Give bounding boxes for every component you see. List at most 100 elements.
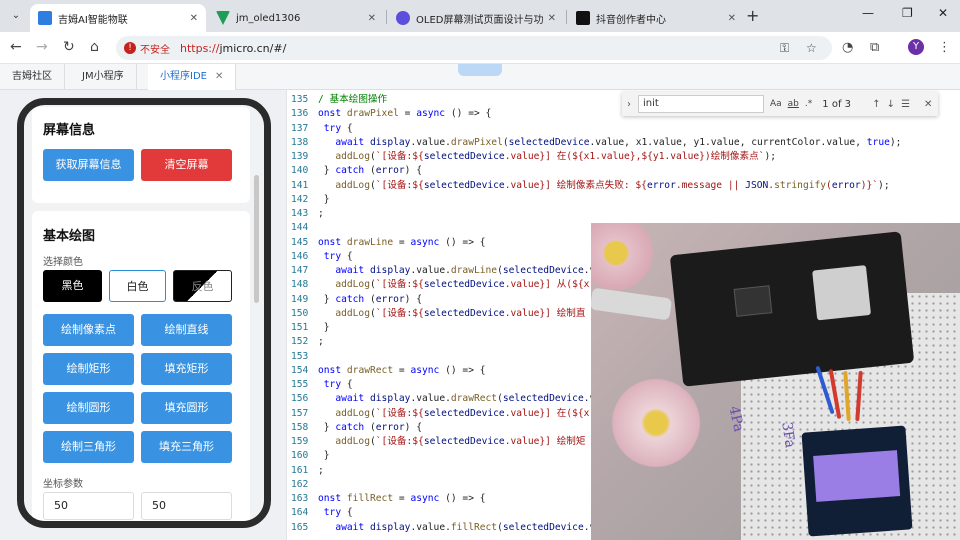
usb-cable <box>591 287 673 321</box>
back-arrow-icon[interactable]: ← <box>10 39 22 55</box>
fill-triangle-button[interactable]: 填充三角形 <box>141 431 232 463</box>
password-key-icon[interactable]: ⚿ <box>780 41 789 56</box>
code-text: } catch (error) { <box>318 293 422 305</box>
address-bar[interactable]: ! 不安全 https://jmicro.cn/#/ ⚿ ☆ <box>116 36 832 60</box>
previous-match-arrow-icon[interactable]: ↑ <box>872 99 880 110</box>
match-word-toggle[interactable]: ab <box>788 99 799 109</box>
tab-jim-community[interactable]: 吉姆社区 <box>0 64 65 90</box>
close-tab-icon[interactable]: ✕ <box>368 13 376 24</box>
tab-search-chevron-icon[interactable]: ⌄ <box>6 6 26 26</box>
line-number: 154 <box>291 364 309 376</box>
draw-circle-button[interactable]: 绘制圆形 <box>43 392 134 424</box>
tab-miniprogram-ide[interactable]: 小程序IDE ✕ <box>148 64 237 90</box>
code-line[interactable]: 141 addLog(`[设备:${selectedDevice.value}]… <box>287 179 960 193</box>
draw-pixel-button[interactable]: 绘制像素点 <box>43 314 134 346</box>
code-line[interactable]: 139 addLog(`[设备:${selectedDevice.value}]… <box>287 150 960 164</box>
code-text: } <box>318 322 330 333</box>
line-number: 153 <box>291 350 309 362</box>
basic-drawing-card: 基本绘图 选择颜色 黑色 白色 反色 绘制像素点 绘制直线 绘制矩形 填充矩形 … <box>32 211 250 521</box>
profile-avatar[interactable]: Y <box>908 39 924 55</box>
fill-circle-button[interactable]: 填充圆形 <box>141 392 232 424</box>
line-number: 139 <box>291 151 309 162</box>
clear-screen-button[interactable]: 清空屏幕 <box>141 149 232 181</box>
drag-handle[interactable] <box>458 64 502 76</box>
close-tab-icon[interactable]: ✕ <box>548 13 556 24</box>
tab-title: 吉姆AI智能物联 <box>58 14 128 26</box>
preview-scrollbar[interactable] <box>254 175 259 303</box>
code-text: try { <box>323 250 353 262</box>
match-count: 1 of 3 <box>822 98 852 110</box>
code-line[interactable]: 143; <box>287 207 960 221</box>
flower-decoration <box>591 223 661 293</box>
code-text: try { <box>323 507 353 519</box>
regex-toggle[interactable]: .* <box>805 99 812 109</box>
code-text: onst drawLine = async () => { <box>318 236 486 248</box>
line-number: 159 <box>291 436 309 447</box>
browser-toolbar: ← → ↻ ⌂ ! 不安全 https://jmicro.cn/#/ ⚿ ☆ ◔… <box>0 32 960 64</box>
code-text: ; <box>318 208 324 219</box>
line-number: 138 <box>291 136 309 148</box>
code-text: onst drawRect = async () => { <box>318 364 486 376</box>
y1-input[interactable]: 50 <box>141 492 232 520</box>
line-number: 137 <box>291 122 309 134</box>
code-text: } <box>318 193 330 205</box>
close-find-icon[interactable]: ✕ <box>924 99 932 110</box>
x1-input[interactable]: 50 <box>43 492 134 520</box>
find-input[interactable]: init <box>638 95 764 113</box>
code-line[interactable]: 140 } catch (error) { <box>287 164 960 178</box>
draw-rect-button[interactable]: 绘制矩形 <box>43 353 134 385</box>
code-line[interactable]: 137 try { <box>287 122 960 136</box>
line-number: 143 <box>291 208 309 219</box>
browser-tab-douyin[interactable]: 抖音创作者中心 ✕ <box>568 4 744 32</box>
browser-tab-jim-ai[interactable]: 吉姆AI智能物联 ✕ <box>30 4 206 32</box>
restore-icon[interactable]: ❐ <box>902 6 913 20</box>
code-line[interactable]: 138 await display.value.drawPixel(select… <box>287 136 960 150</box>
code-text: onst drawPixel = async () => { <box>318 108 492 120</box>
line-number: 144 <box>291 222 309 234</box>
next-match-arrow-icon[interactable]: ↓ <box>887 99 895 110</box>
screen-info-title: 屏幕信息 <box>43 123 96 138</box>
fill-rect-button[interactable]: 填充矩形 <box>141 353 232 385</box>
code-text: } catch (error) { <box>318 165 422 177</box>
forward-arrow-icon[interactable]: → <box>36 39 48 55</box>
tab-jm-miniprogram[interactable]: JM小程序 <box>70 64 137 90</box>
home-icon[interactable]: ⌂ <box>90 39 99 55</box>
close-tab-icon[interactable]: ✕ <box>215 71 223 82</box>
draw-line-button[interactable]: 绘制直线 <box>141 314 232 346</box>
browser-tab-oled-design[interactable]: OLED屏幕测试页面设计与功能 ✕ <box>388 4 564 32</box>
line-number: 149 <box>291 293 309 305</box>
line-number: 142 <box>291 193 309 205</box>
line-number: 151 <box>291 322 309 333</box>
draw-triangle-button[interactable]: 绘制三角形 <box>43 431 134 463</box>
line-number: 163 <box>291 493 309 504</box>
site-security-chip[interactable]: ! 不安全 <box>124 41 170 56</box>
close-tab-icon[interactable]: ✕ <box>728 13 736 24</box>
toggle-replace-chevron-icon[interactable]: › <box>622 99 636 110</box>
line-number: 157 <box>291 407 309 419</box>
minimize-icon[interactable]: — <box>862 6 874 20</box>
color-black-button[interactable]: 黑色 <box>43 270 102 302</box>
close-tab-icon[interactable]: ✕ <box>190 13 198 24</box>
line-number: 164 <box>291 507 309 519</box>
close-window-icon[interactable]: ✕ <box>938 6 948 20</box>
ai-favicon-icon <box>396 11 410 25</box>
browser-tab-oled1306[interactable]: jm_oled1306 ✕ <box>208 4 384 32</box>
handwritten-note: 3Fa <box>778 420 798 450</box>
code-line[interactable]: 142 } <box>287 193 960 207</box>
get-screen-info-button[interactable]: 获取屏幕信息 <box>43 149 134 181</box>
webcam-video-overlay: 4Pa 3Fa <box>591 223 960 540</box>
color-white-button[interactable]: 白色 <box>109 270 166 302</box>
tab-title: jm_oled1306 <box>236 12 301 24</box>
extension-status-icon[interactable]: ◔ <box>842 40 853 55</box>
reload-icon[interactable]: ↻ <box>63 39 75 55</box>
jim-favicon-icon <box>38 11 52 25</box>
find-in-selection-icon[interactable]: ☰ <box>901 99 910 110</box>
code-text: await display.value.drawRect(selectedDev… <box>335 393 596 405</box>
code-text: addLog(`[设备:${selectedDevice.value}] 绘制矩 <box>335 436 586 447</box>
new-tab-plus-icon[interactable]: + <box>746 6 759 25</box>
match-case-toggle[interactable]: Aa <box>770 99 782 109</box>
bookmark-star-icon[interactable]: ☆ <box>806 41 817 55</box>
color-invert-button[interactable]: 反色 <box>173 270 232 302</box>
extensions-puzzle-icon[interactable]: ⧉ <box>870 40 879 55</box>
browser-menu-icon[interactable]: ⋮ <box>938 40 951 55</box>
